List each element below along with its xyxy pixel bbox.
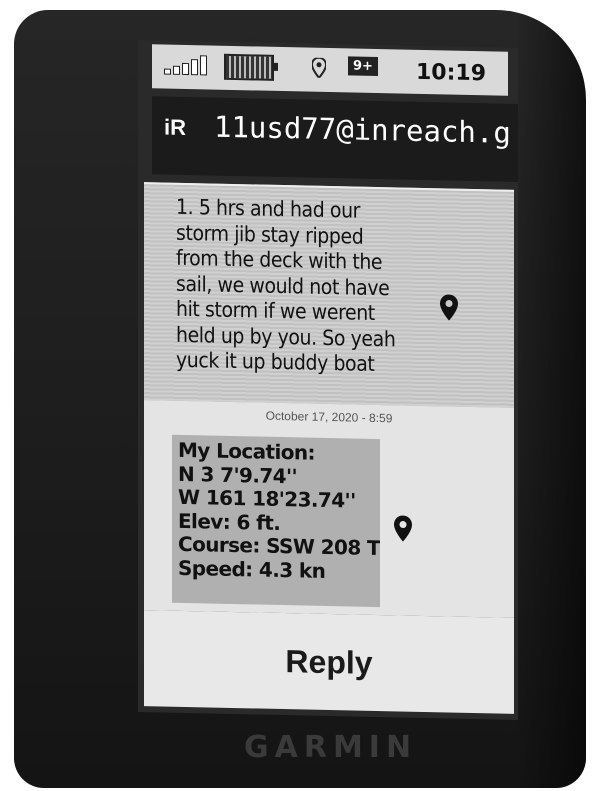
incoming-message-text: 1. 5 hrs and had our storm jib stay ripp… bbox=[176, 195, 426, 379]
battery-icon bbox=[224, 53, 274, 81]
map-pin-icon[interactable] bbox=[440, 294, 458, 321]
signal-bars-icon bbox=[164, 55, 207, 76]
reply-bar: Reply bbox=[144, 610, 514, 714]
device-screen: 9+ 10:19 iR 11usd77@inreach.g 1. 5 hrs a… bbox=[138, 40, 518, 720]
outgoing-message[interactable]: October 17, 2020 - 8:59 My Location: N 3… bbox=[144, 400, 514, 618]
incoming-message[interactable]: 1. 5 hrs and had our storm jib stay ripp… bbox=[144, 182, 514, 410]
message-line: yuck it up buddy boat bbox=[176, 347, 375, 376]
message-timestamp: October 17, 2020 - 8:59 bbox=[265, 408, 393, 426]
location-pin-icon bbox=[310, 56, 328, 83]
message-count-badge: 9+ bbox=[348, 56, 378, 77]
status-bar: 9+ 10:19 bbox=[152, 44, 508, 96]
location-message-bubble: My Location: N 3 7'9.74'' W 161 18'23.74… bbox=[172, 434, 380, 608]
conversation-header: iR 11usd77@inreach.g bbox=[152, 96, 518, 182]
device-body: 9+ 10:19 iR 11usd77@inreach.g 1. 5 hrs a… bbox=[14, 10, 586, 788]
device-edge bbox=[516, 10, 586, 788]
map-pin-icon[interactable] bbox=[394, 515, 412, 542]
contact-address: 11usd77@inreach.g bbox=[214, 109, 511, 150]
reply-button[interactable]: Reply bbox=[255, 634, 402, 690]
clock-time: 10:19 bbox=[415, 59, 486, 87]
message-line: Speed: 4.3 kn bbox=[178, 555, 326, 583]
brand-logo: GARMIN bbox=[244, 730, 418, 765]
inreach-logo: iR bbox=[164, 114, 186, 141]
